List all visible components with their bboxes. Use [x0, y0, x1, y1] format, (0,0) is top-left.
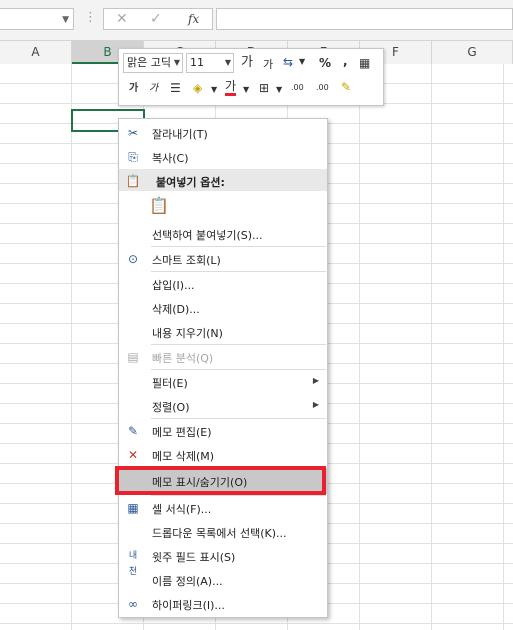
- shrink-font-button[interactable]: 가: [263, 57, 273, 73]
- format-cells-icon: ▦: [127, 501, 139, 515]
- chevron-down-icon: ▼: [224, 58, 231, 67]
- increase-decimal-button[interactable]: .00: [291, 80, 304, 96]
- enter-icon[interactable]: ✓: [150, 11, 162, 27]
- menu-item-phonetic[interactable]: 내천 윗주 필드 표시(S): [119, 544, 327, 577]
- insert-function-button[interactable]: fx: [188, 12, 199, 26]
- name-box[interactable]: ▼: [0, 8, 74, 30]
- decrease-decimal-button[interactable]: .00: [316, 80, 329, 96]
- menu-item-edit-comment[interactable]: ✎ 메모 편집(E): [119, 419, 327, 443]
- paste-icon: 📋: [149, 196, 169, 215]
- chevron-down-icon[interactable]: ▼: [299, 54, 305, 70]
- cancel-icon[interactable]: ✕: [116, 11, 128, 27]
- borders-icon[interactable]: ⊞: [259, 80, 269, 96]
- grow-font-button[interactable]: 가: [241, 55, 253, 71]
- table-format-icon[interactable]: ▦: [359, 55, 370, 71]
- align-center-icon[interactable]: ☰: [170, 80, 181, 96]
- menu-item-sort[interactable]: 정렬(O) ▶: [119, 394, 327, 418]
- menu-item-define-name[interactable]: 이름 정의(A)...: [119, 568, 327, 592]
- formula-buttons: ✕ ✓ fx: [103, 8, 213, 30]
- format-painter-icon[interactable]: ✎: [341, 79, 351, 95]
- accounting-format-icon[interactable]: ⇆: [283, 54, 293, 70]
- chevron-right-icon: ▶: [312, 400, 319, 409]
- cut-icon: ✂: [127, 126, 139, 140]
- column-header-g[interactable]: G: [432, 41, 513, 64]
- font-color-button[interactable]: 가: [225, 79, 237, 96]
- mini-toolbar: 맑은 고딕 ▼ 11 ▼ 가 가 ⇆ ▼ % , ▦ 가 가 ☰ ◈ ▼ 가 ▼ ⊞…: [118, 48, 384, 106]
- menu-item-cut[interactable]: ✂ 잘라내기(T): [119, 121, 327, 145]
- menu-item-clear-contents[interactable]: 내용 지우기(N): [119, 320, 327, 344]
- fill-color-icon[interactable]: ◈: [193, 80, 202, 96]
- quick-analysis-icon: ▤: [127, 350, 139, 364]
- percent-style-button[interactable]: %: [319, 55, 331, 71]
- font-size-box[interactable]: 11 ▼: [186, 53, 234, 73]
- menu-item-paste-special[interactable]: 선택하여 붙여넣기(S)...: [119, 222, 327, 246]
- chevron-down-icon[interactable]: ▼: [276, 82, 282, 98]
- italic-button[interactable]: 가: [149, 81, 158, 97]
- column-header-a[interactable]: A: [0, 41, 72, 64]
- paste-options-header: 📋 붙여넣기 옵션:: [119, 169, 327, 191]
- formula-input[interactable]: [216, 8, 513, 30]
- more-icon[interactable]: ⋮: [84, 10, 97, 25]
- chevron-down-icon[interactable]: ▼: [211, 82, 217, 98]
- menu-item-copy[interactable]: ⎘ 복사(C): [119, 145, 327, 169]
- menu-item-hyperlink[interactable]: ∞ 하이퍼링크(I)...: [119, 592, 327, 616]
- comma-style-button[interactable]: ,: [343, 53, 348, 69]
- menu-item-smart-lookup[interactable]: ⊙ 스마트 조회(L): [119, 247, 327, 271]
- menu-item-format-cells[interactable]: ▦ 셀 서식(F)...: [119, 496, 327, 520]
- font-name-box[interactable]: 맑은 고딕 ▼: [123, 53, 183, 73]
- phonetic-icon: 내천: [128, 551, 138, 577]
- chevron-down-icon: ▼: [173, 58, 180, 67]
- chevron-down-icon[interactable]: ▼: [62, 15, 69, 25]
- menu-item-insert[interactable]: 삽입(I)...: [119, 272, 327, 296]
- formula-bar: ▼ ⋮ ✕ ✓ fx: [0, 0, 513, 41]
- paste-option-button[interactable]: 📋: [119, 192, 327, 222]
- chevron-right-icon: ▶: [312, 376, 319, 385]
- menu-item-delete[interactable]: 삭제(D)...: [119, 296, 327, 320]
- menu-item-quick-analysis[interactable]: ▤ 빠른 분석(Q): [119, 345, 327, 369]
- delete-comment-icon: ✕: [127, 448, 139, 462]
- chevron-down-icon[interactable]: ▼: [243, 82, 249, 98]
- copy-icon: ⎘: [128, 150, 138, 164]
- highlight-annotation-box: [115, 466, 326, 495]
- context-menu: ✂ 잘라내기(T) ⎘ 복사(C) 📋 붙여넣기 옵션: 📋 선택하여 붙여넣기…: [118, 118, 328, 618]
- smart-lookup-icon: ⊙: [127, 252, 139, 266]
- menu-item-pick-from-list[interactable]: 드롭다운 목록에서 선택(K)...: [119, 520, 327, 544]
- edit-comment-icon: ✎: [127, 424, 139, 438]
- menu-item-filter[interactable]: 필터(E) ▶: [119, 370, 327, 394]
- bold-button[interactable]: 가: [129, 81, 138, 97]
- hyperlink-icon: ∞: [128, 597, 138, 611]
- menu-item-delete-comment[interactable]: ✕ 메모 삭제(M): [119, 443, 327, 467]
- paste-icon: 📋: [125, 174, 141, 188]
